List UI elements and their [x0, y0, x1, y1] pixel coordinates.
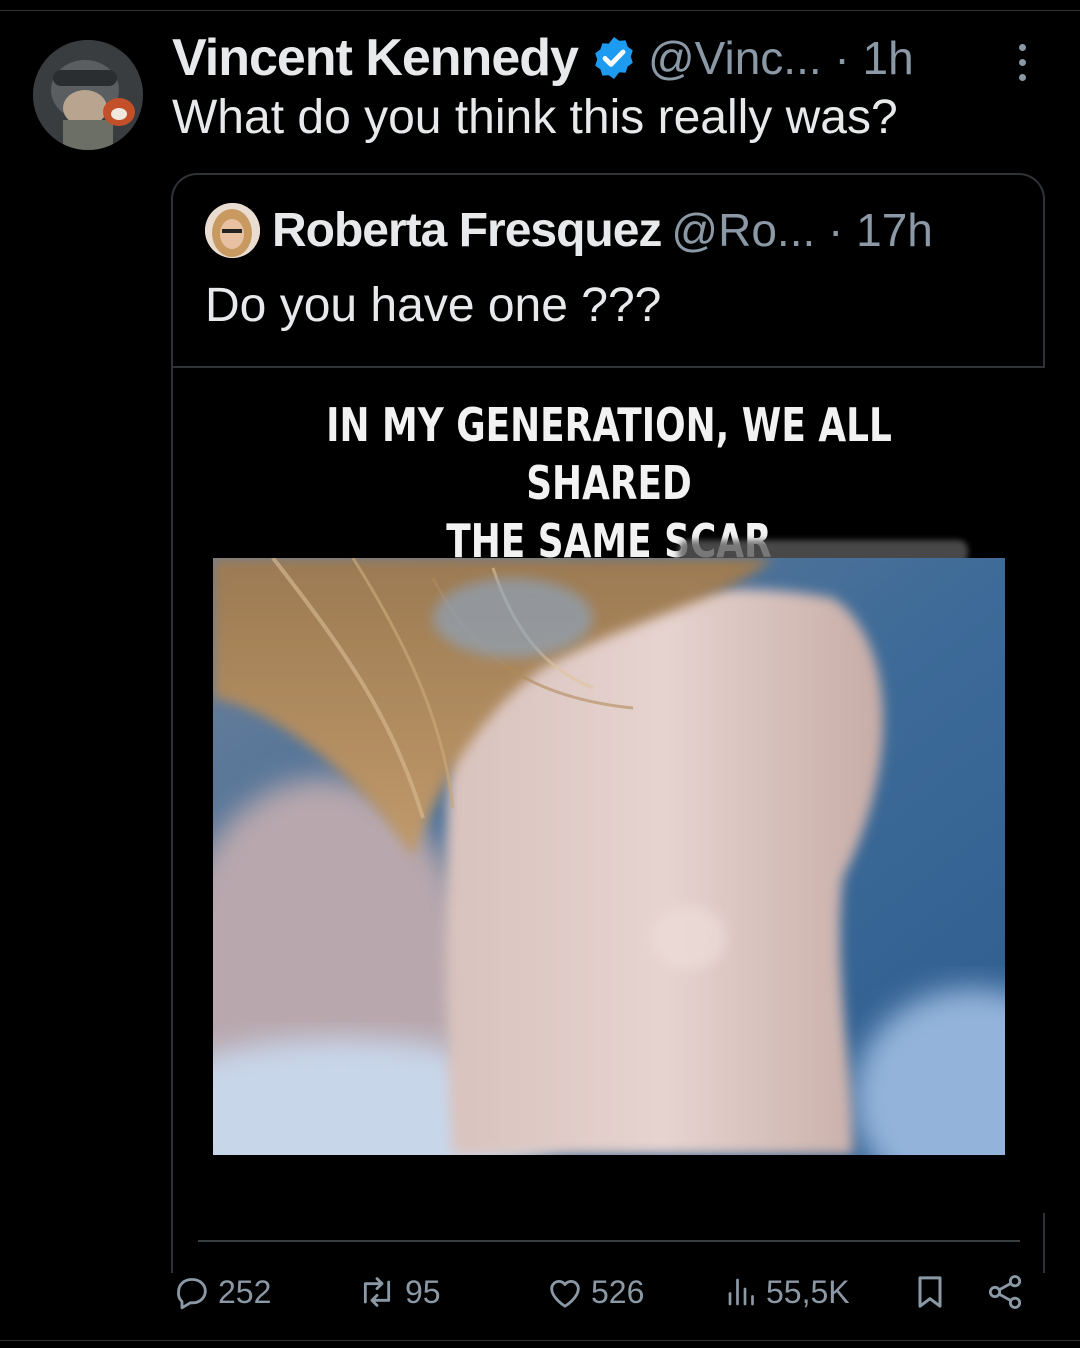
- reply-count: 252: [218, 1273, 272, 1310]
- quoted-media[interactable]: IN MY GENERATION, WE ALL SHARED THE SAME…: [173, 368, 1045, 1213]
- bookmark-button[interactable]: [910, 1262, 956, 1322]
- like-count: 526: [591, 1273, 645, 1310]
- author-handle-time[interactable]: @Vinc... · 1h: [648, 31, 914, 85]
- tweet-header: Vincent Kennedy @Vinc... · 1h: [172, 28, 914, 88]
- repost-button[interactable]: 95: [355, 1262, 441, 1322]
- more-icon[interactable]: [1010, 44, 1034, 84]
- reply-icon: [177, 1278, 207, 1310]
- meme-caption-line1: IN MY GENERATION, WE ALL SHARED: [326, 398, 892, 510]
- quoted-author-handle-time[interactable]: @Ro... · 17h: [671, 203, 932, 257]
- like-icon: [550, 1280, 580, 1308]
- like-button[interactable]: 526: [545, 1262, 644, 1322]
- verified-badge-icon: [595, 37, 633, 79]
- share-button[interactable]: [984, 1262, 1032, 1322]
- quoted-author-avatar[interactable]: [205, 203, 260, 258]
- tweet-text: What do you think this really was?: [172, 91, 898, 144]
- repost-icon: [363, 1277, 391, 1307]
- media-bottom-divider: [198, 1240, 1020, 1242]
- views-button[interactable]: 55,5K: [724, 1262, 850, 1322]
- bottom-divider: [0, 1340, 1080, 1341]
- author-avatar[interactable]: [33, 40, 143, 150]
- top-divider: [0, 10, 1080, 11]
- views-icon: [728, 1278, 754, 1306]
- meme-photo: [213, 558, 1005, 1155]
- reply-button[interactable]: 252: [172, 1262, 271, 1322]
- quoted-author-name[interactable]: Roberta Fresquez: [272, 203, 662, 258]
- share-icon: [988, 1275, 1022, 1309]
- views-count: 55,5K: [766, 1273, 850, 1310]
- quoted-text: Do you have one ???: [205, 279, 662, 332]
- action-bar: 252 95 526 55,5K: [0, 1262, 1080, 1322]
- quoted-header: Roberta Fresquez @Ro... · 17h: [272, 200, 933, 260]
- repost-count: 95: [405, 1273, 441, 1310]
- author-name[interactable]: Vincent Kennedy: [172, 28, 579, 88]
- bookmark-icon: [918, 1276, 942, 1308]
